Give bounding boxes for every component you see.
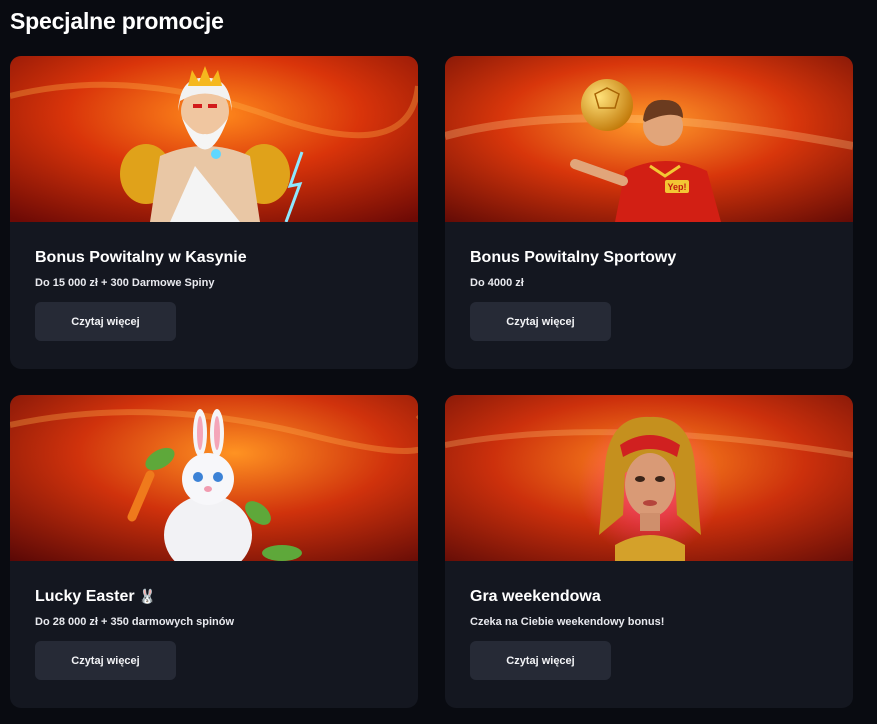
- promo-card-sports-bonus: Yep! Bonus Powitalny Sportowy Do 4000 zł…: [445, 56, 853, 369]
- football-player-illustration: Yep!: [445, 56, 853, 222]
- read-more-button[interactable]: Czytaj więcej: [35, 641, 176, 680]
- promo-card-weekend-game: Gra weekendowa Czeka na Ciebie weekendow…: [445, 395, 853, 708]
- zeus-illustration: [10, 56, 418, 222]
- promo-banner[interactable]: [10, 56, 418, 222]
- promo-subtitle: Do 28 000 zł + 350 darmowych spinów: [35, 616, 234, 628]
- read-more-button[interactable]: Czytaj więcej: [470, 641, 611, 680]
- promo-banner[interactable]: [445, 395, 853, 561]
- promo-card-lucky-easter: Lucky Easter 🐰 Do 28 000 zł + 350 darmowy…: [10, 395, 418, 708]
- promo-title: Gra weekendowa: [470, 588, 601, 605]
- promo-subtitle: Do 15 000 zł + 300 Darmowe Spiny: [35, 277, 215, 289]
- promo-title: Lucky Easter 🐰: [35, 588, 156, 606]
- cleopatra-illustration: [445, 395, 853, 561]
- promo-title: Bonus Powitalny w Kasynie: [35, 249, 247, 266]
- promo-title-text: Lucky Easter: [35, 588, 135, 605]
- bunny-emoji-icon: 🐰: [138, 588, 157, 604]
- promo-subtitle: Do 4000 zł: [470, 277, 524, 289]
- promo-banner[interactable]: Yep!: [445, 56, 853, 222]
- promo-title: Bonus Powitalny Sportowy: [470, 249, 677, 266]
- read-more-button[interactable]: Czytaj więcej: [470, 302, 611, 341]
- promo-subtitle: Czeka na Ciebie weekendowy bonus!: [470, 616, 665, 628]
- promo-card-casino-bonus: Bonus Powitalny w Kasynie Do 15 000 zł +…: [10, 56, 418, 369]
- easter-bunny-illustration: [10, 395, 418, 561]
- jersey-badge: Yep!: [667, 182, 686, 192]
- read-more-button[interactable]: Czytaj więcej: [35, 302, 176, 341]
- page-title: Specjalne promocje: [10, 8, 224, 34]
- promo-banner[interactable]: [10, 395, 418, 561]
